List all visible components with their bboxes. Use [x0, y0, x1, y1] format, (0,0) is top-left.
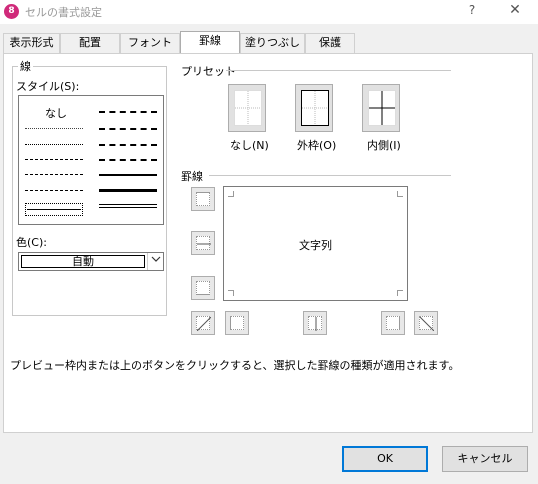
preset-inside-button[interactable]: [362, 84, 400, 132]
border-inside-vertical-button[interactable]: [303, 311, 327, 335]
border-preview[interactable]: 文字列: [223, 186, 408, 301]
border-right-icon: [386, 316, 400, 330]
preview-corner: [228, 191, 234, 197]
line-style-medium-dash-dot[interactable]: [99, 144, 157, 146]
line-style-hair[interactable]: [25, 128, 83, 129]
border-title: 罫線: [181, 168, 203, 184]
line-style-list[interactable]: なし: [18, 95, 164, 225]
diagonal-down-icon: [419, 316, 435, 332]
preview-corner: [397, 290, 403, 296]
tab-font[interactable]: フォント: [120, 33, 180, 53]
border-bottom-icon: [196, 281, 210, 295]
ok-button[interactable]: OK: [342, 446, 428, 472]
preset-inside-icon: [368, 90, 396, 126]
preview-corner: [397, 191, 403, 197]
line-style-medium[interactable]: [99, 174, 157, 176]
tab-fill[interactable]: 塗りつぶし: [240, 33, 305, 53]
diagonal-up-icon: [196, 316, 212, 332]
preset-inside-label: 内側(I): [367, 139, 401, 152]
border-separator: [209, 175, 451, 176]
line-style-medium-dashed[interactable]: [99, 159, 157, 161]
close-button[interactable]: ✕: [500, 2, 530, 22]
tab-alignment[interactable]: 配置: [60, 33, 120, 53]
info-text: プレビュー枠内または上のボタンをクリックすると、選択した罫線の種類が適用されます…: [10, 359, 460, 372]
line-style-thin[interactable]: [27, 209, 81, 210]
border-top-button[interactable]: [191, 187, 215, 211]
line-style-double[interactable]: [99, 204, 157, 208]
tab-border[interactable]: 罫線: [180, 31, 240, 53]
line-style-medium-dash-dot-dot[interactable]: [99, 111, 157, 113]
dialog-title: セルの書式設定: [25, 6, 102, 19]
border-diagonal-up-button[interactable]: [191, 311, 215, 335]
preset-none-icon: [234, 90, 262, 126]
border-inside-horizontal-icon: [196, 236, 211, 250]
border-top-icon: [196, 192, 210, 206]
preset-outline-icon: [301, 90, 329, 126]
border-bottom-button[interactable]: [191, 276, 215, 300]
tab-protection[interactable]: 保護: [305, 33, 355, 53]
chevron-down-icon[interactable]: [147, 253, 163, 270]
line-group-title: 線: [18, 58, 33, 74]
title-bar[interactable]: 8 セルの書式設定 ? ✕: [0, 0, 538, 24]
color-label: 色(C):: [16, 234, 47, 250]
cancel-button[interactable]: キャンセル: [442, 446, 528, 472]
preset-outline-button[interactable]: [295, 84, 333, 132]
color-value: 自動: [21, 255, 145, 268]
border-inside-vertical-icon: [308, 316, 322, 331]
line-style-thick[interactable]: [99, 189, 157, 192]
color-dropdown[interactable]: 自動: [18, 252, 164, 271]
border-left-icon: [230, 316, 244, 330]
preset-none-button[interactable]: [228, 84, 266, 132]
border-right-button[interactable]: [381, 311, 405, 335]
line-style-dash-dot[interactable]: [25, 174, 83, 175]
border-diagonal-down-button[interactable]: [414, 311, 438, 335]
preview-corner: [228, 290, 234, 296]
line-style-dash-dot-dot[interactable]: [25, 159, 83, 160]
line-style-dashed[interactable]: [25, 190, 83, 191]
preset-none-label: なし(N): [230, 139, 269, 152]
border-inside-horizontal-button[interactable]: [191, 231, 215, 255]
line-style-dotted[interactable]: [25, 144, 83, 145]
help-button[interactable]: ?: [458, 3, 486, 21]
line-style-slant-dash-dot[interactable]: [99, 128, 157, 130]
line-style-none[interactable]: なし: [45, 105, 67, 121]
tab-number-format[interactable]: 表示形式: [3, 33, 60, 53]
format-cells-dialog: 8 セルの書式設定 ? ✕ 表示形式 配置 フォント 罫線 塗りつぶし 保護 線…: [0, 0, 538, 484]
style-label: スタイル(S):: [16, 78, 80, 94]
presets-title: プリセット: [181, 63, 236, 79]
border-left-button[interactable]: [225, 311, 249, 335]
preview-text: 文字列: [299, 239, 332, 252]
presets-separator: [226, 70, 451, 71]
app-icon: 8: [4, 4, 19, 19]
preset-outline-label: 外枠(O): [297, 139, 337, 152]
